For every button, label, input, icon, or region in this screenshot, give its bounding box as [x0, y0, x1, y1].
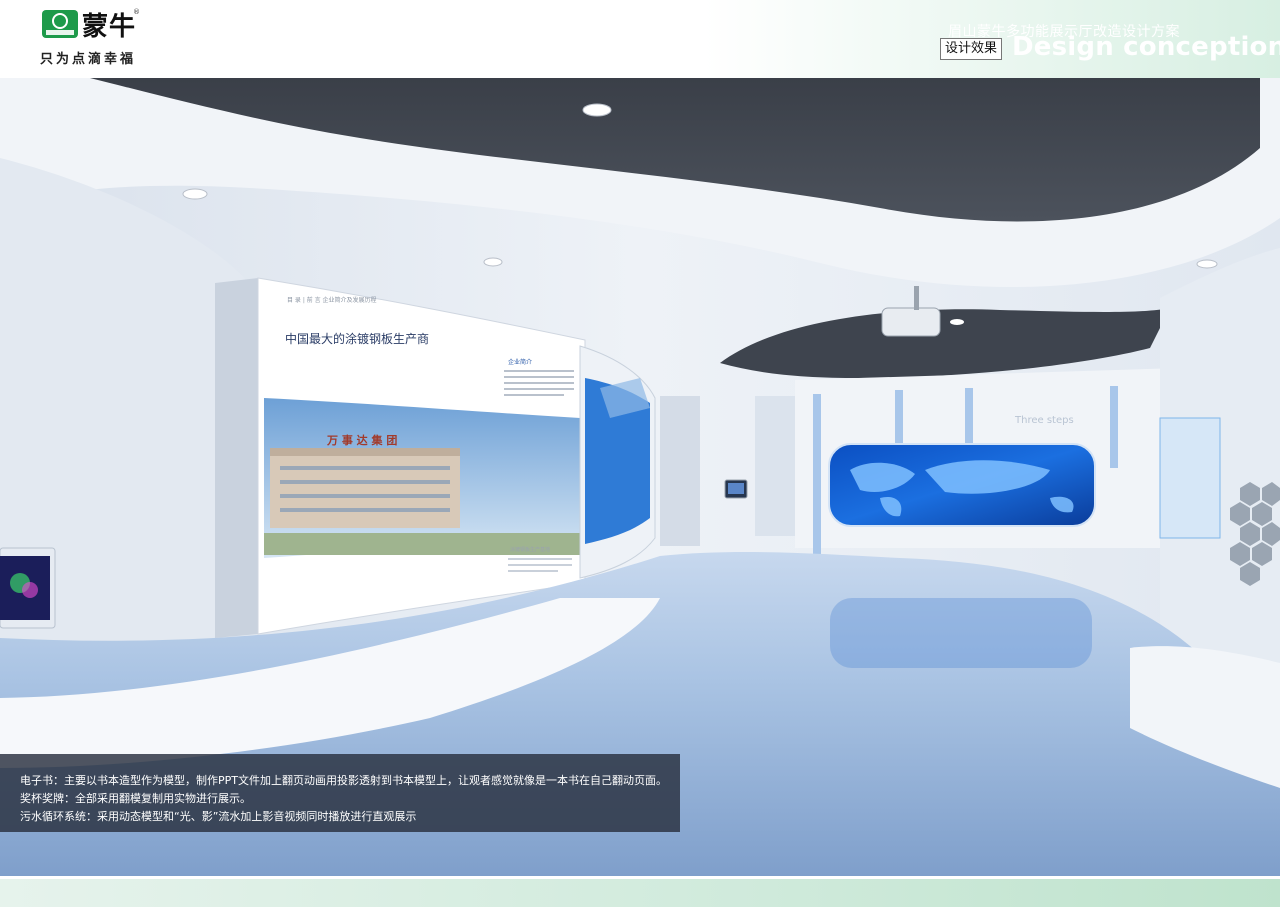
header-bar: 蒙牛 ® 只为点滴幸福 眉山蒙牛多功能展示厅改造设计方案 设计效果 Design… — [0, 0, 1280, 78]
section-title-en: Design conception — [1012, 32, 1280, 62]
brand-name: 蒙牛 — [82, 12, 137, 42]
building-sign-text: 万 事 达 集 团 — [326, 433, 397, 447]
book-headline: 中国最大的涂镀钢板生产商 — [285, 331, 429, 346]
book-footnote: 涂镀钢板生产基地 — [510, 546, 550, 553]
book-side-heading: 企业简介 — [508, 358, 532, 366]
caption-trophies: 奖杯奖牌：全部采用翻模复制用实物进行展示。 — [20, 792, 251, 805]
caption-panel: 电子书：主要以书本造型作为模型，制作PPT文件加上翻页动画用投影透射到书本模型上… — [0, 754, 680, 832]
mengniu-logo-icon — [42, 10, 78, 38]
registered-mark: ® — [133, 8, 140, 16]
wall-sign-text: Three steps — [1014, 415, 1074, 426]
book-nav-text: 目 录 | 前 言 企业简介及发展历程 — [287, 296, 377, 304]
caption-ebook: 电子书：主要以书本造型作为模型，制作PPT文件加上翻页动画用投影透射到书本模型上… — [20, 774, 667, 787]
section-tag: 设计效果 — [940, 38, 1003, 60]
brand-slogan: 只为点滴幸福 — [40, 52, 137, 67]
footer-bar — [0, 876, 1280, 907]
caption-sewage-system: 污水循环系统：采用动态模型和“光、影”流水加上影音视频同时播放进行直观展示 — [20, 810, 417, 823]
